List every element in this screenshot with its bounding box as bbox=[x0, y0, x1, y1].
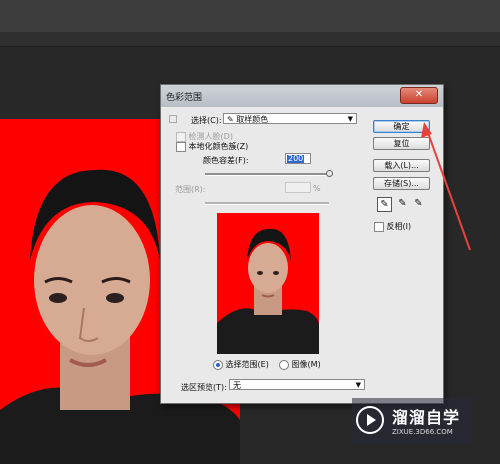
annotation-arrow bbox=[421, 122, 471, 251]
play-logo-icon bbox=[356, 406, 384, 434]
watermark-subtitle: ZIXUE.3D66.COM bbox=[392, 428, 453, 436]
watermark: 溜溜自学 ZIXUE.3D66.COM bbox=[352, 398, 472, 444]
watermark-title: 溜溜自学 bbox=[392, 408, 461, 427]
